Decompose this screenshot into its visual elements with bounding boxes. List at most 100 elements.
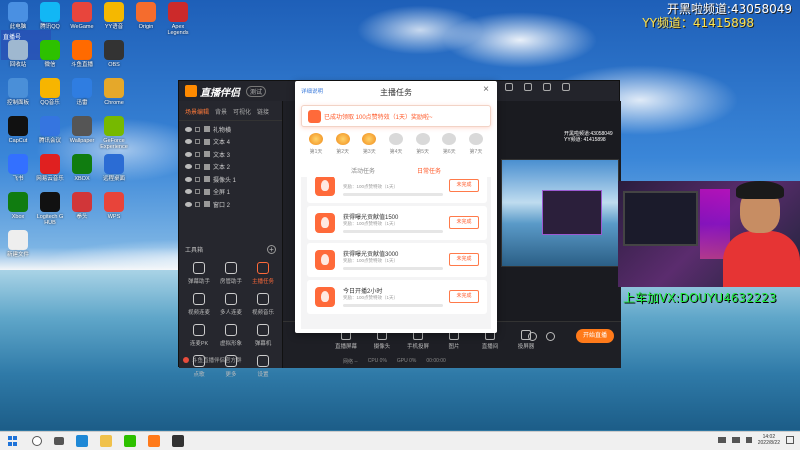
source-button[interactable]: 直播屏幕 — [333, 330, 359, 350]
tab-link[interactable]: 链接 — [257, 107, 269, 116]
bell-icon[interactable] — [543, 83, 551, 91]
desktop-icon[interactable]: YY语音 — [97, 2, 131, 30]
task-progress-bar — [343, 267, 443, 270]
eye-icon[interactable] — [185, 176, 192, 182]
task-status-button[interactable]: 未完成 — [449, 216, 479, 229]
search-icon[interactable] — [32, 436, 42, 446]
source-button[interactable]: 摄像头 — [369, 330, 395, 350]
tool-button[interactable]: 虚拟形象 — [215, 323, 247, 349]
desktop-icon[interactable]: 飞书 — [1, 154, 35, 182]
clock[interactable]: 14:02 2022/8/22 — [758, 434, 780, 446]
desktop-icon[interactable]: GeForce Experience — [97, 116, 131, 150]
desktop-icon[interactable]: WeGame — [65, 2, 99, 30]
lock-icon[interactable] — [195, 189, 200, 195]
stream-preview[interactable] — [501, 159, 619, 267]
desktop-icon[interactable]: 拳头 — [65, 192, 99, 220]
lock-icon[interactable] — [195, 126, 200, 132]
taskbar: 14:02 2022/8/22 — [0, 431, 800, 450]
app-footer[interactable]: 斗鱼直播伴侣官方群 — [183, 356, 242, 364]
source-button[interactable]: 图片 — [441, 330, 467, 350]
scene-item[interactable]: 文本 2 — [179, 161, 282, 174]
desktop-icon[interactable]: 腾讯QQ — [33, 2, 67, 30]
tool-button[interactable]: 主播任务 — [247, 261, 279, 287]
tab-visual[interactable]: 可视化 — [233, 107, 251, 116]
desktop-icon[interactable]: 微信 — [33, 40, 67, 68]
eye-icon[interactable] — [185, 139, 192, 145]
douyu-taskbar-icon[interactable] — [148, 435, 160, 447]
desktop-icon[interactable]: 远程桌面 — [97, 154, 131, 182]
desktop-icon[interactable]: 新建文件 — [1, 230, 35, 258]
tool-button[interactable]: 弹幕助手 — [183, 261, 215, 287]
source-icon — [204, 201, 210, 208]
eye-icon[interactable] — [185, 189, 192, 195]
desktop-icon[interactable]: 网易云音乐 — [33, 154, 67, 182]
desktop-icon[interactable]: Logitech G HUB — [33, 192, 67, 226]
task-status-button[interactable]: 未完成 — [449, 253, 479, 266]
scene-item[interactable]: 摄像头 1 — [179, 173, 282, 186]
wechat-taskbar-icon[interactable] — [124, 435, 136, 447]
desktop-icon[interactable]: CapCut — [1, 116, 35, 144]
task-status-button[interactable]: 未完成 — [449, 179, 479, 192]
start-button[interactable] — [8, 436, 18, 446]
tool-button[interactable]: 弹幕机 — [247, 323, 279, 349]
eye-icon[interactable] — [528, 332, 537, 341]
lock-icon[interactable] — [195, 201, 200, 207]
volume-icon[interactable] — [731, 437, 740, 443]
tool-button[interactable]: 多人连麦 — [215, 292, 247, 318]
desktop-icon[interactable]: Wallpaper — [65, 116, 99, 144]
lock-icon[interactable] — [195, 164, 200, 170]
tab-scene-edit[interactable]: 场景编辑 — [185, 107, 209, 116]
desktop-icon[interactable]: Apex Legends — [161, 2, 195, 36]
input-method-icon[interactable] — [745, 437, 752, 443]
desktop-icon[interactable]: 此电脑 — [1, 2, 35, 30]
lock-icon[interactable] — [195, 176, 200, 182]
desktop-icon[interactable]: Origin — [129, 2, 163, 30]
scene-item[interactable]: 文本 4 — [179, 136, 282, 149]
close-icon[interactable]: × — [483, 84, 489, 95]
edge-taskbar-icon[interactable] — [76, 435, 88, 447]
desktop-icon[interactable]: Xbox — [1, 192, 35, 220]
eye-icon[interactable] — [185, 164, 192, 170]
scene-item[interactable]: 文本 3 — [179, 148, 282, 161]
desktop-icon[interactable]: WPS — [97, 192, 131, 220]
scene-item[interactable]: 窗口 2 — [179, 198, 282, 211]
desktop-icon[interactable]: 回收站 — [1, 40, 35, 68]
desktop-icon[interactable]: QQ音乐 — [33, 78, 67, 106]
add-tool-button[interactable]: + — [267, 245, 276, 254]
desktop-icon[interactable]: 腾讯会议 — [33, 116, 67, 144]
desktop-icon[interactable]: Chrome — [97, 78, 131, 106]
eye-icon[interactable] — [185, 126, 192, 132]
task-status-button[interactable]: 未完成 — [449, 290, 479, 303]
network-icon[interactable] — [717, 437, 726, 443]
source-button[interactable]: 直播间 — [477, 330, 503, 350]
desktop-icon[interactable]: XBOX — [65, 154, 99, 182]
desktop-icon[interactable]: 迅雷 — [65, 78, 99, 106]
tab-background[interactable]: 背景 — [215, 107, 227, 116]
eye-icon[interactable] — [185, 151, 192, 157]
tool-button[interactable]: 设置 — [247, 354, 279, 380]
app-badge[interactable]: 测试 — [246, 85, 267, 97]
tool-label: 弹幕机 — [254, 341, 272, 347]
tool-button[interactable]: 房管助手 — [215, 261, 247, 287]
minimize-icon[interactable] — [505, 83, 513, 91]
lock-icon[interactable] — [195, 151, 200, 157]
scene-item[interactable]: 礼物横 — [179, 123, 282, 136]
tool-button[interactable]: 视频连麦 — [183, 292, 215, 318]
desktop-icon[interactable]: OBS — [97, 40, 131, 68]
share-icon[interactable] — [562, 83, 570, 91]
go-live-button[interactable]: 开始直播 — [576, 329, 614, 343]
notification-icon[interactable] — [786, 436, 794, 444]
source-button[interactable]: 手机投屏 — [405, 330, 431, 350]
scene-item[interactable]: 全屏 1 — [179, 186, 282, 199]
explorer-taskbar-icon[interactable] — [100, 435, 112, 447]
gear-icon[interactable] — [546, 332, 555, 341]
obs-taskbar-icon[interactable] — [172, 435, 184, 447]
eye-icon[interactable] — [185, 201, 192, 207]
lock-icon[interactable] — [195, 139, 200, 145]
tool-button[interactable]: 视频音乐 — [247, 292, 279, 318]
settings-icon[interactable] — [524, 83, 532, 91]
task-view-icon[interactable] — [54, 437, 64, 445]
tool-button[interactable]: 连麦PK — [183, 323, 215, 349]
desktop-icon[interactable]: 斗鱼直播 — [65, 40, 99, 68]
desktop-icon[interactable]: 控制面板 — [1, 78, 35, 106]
